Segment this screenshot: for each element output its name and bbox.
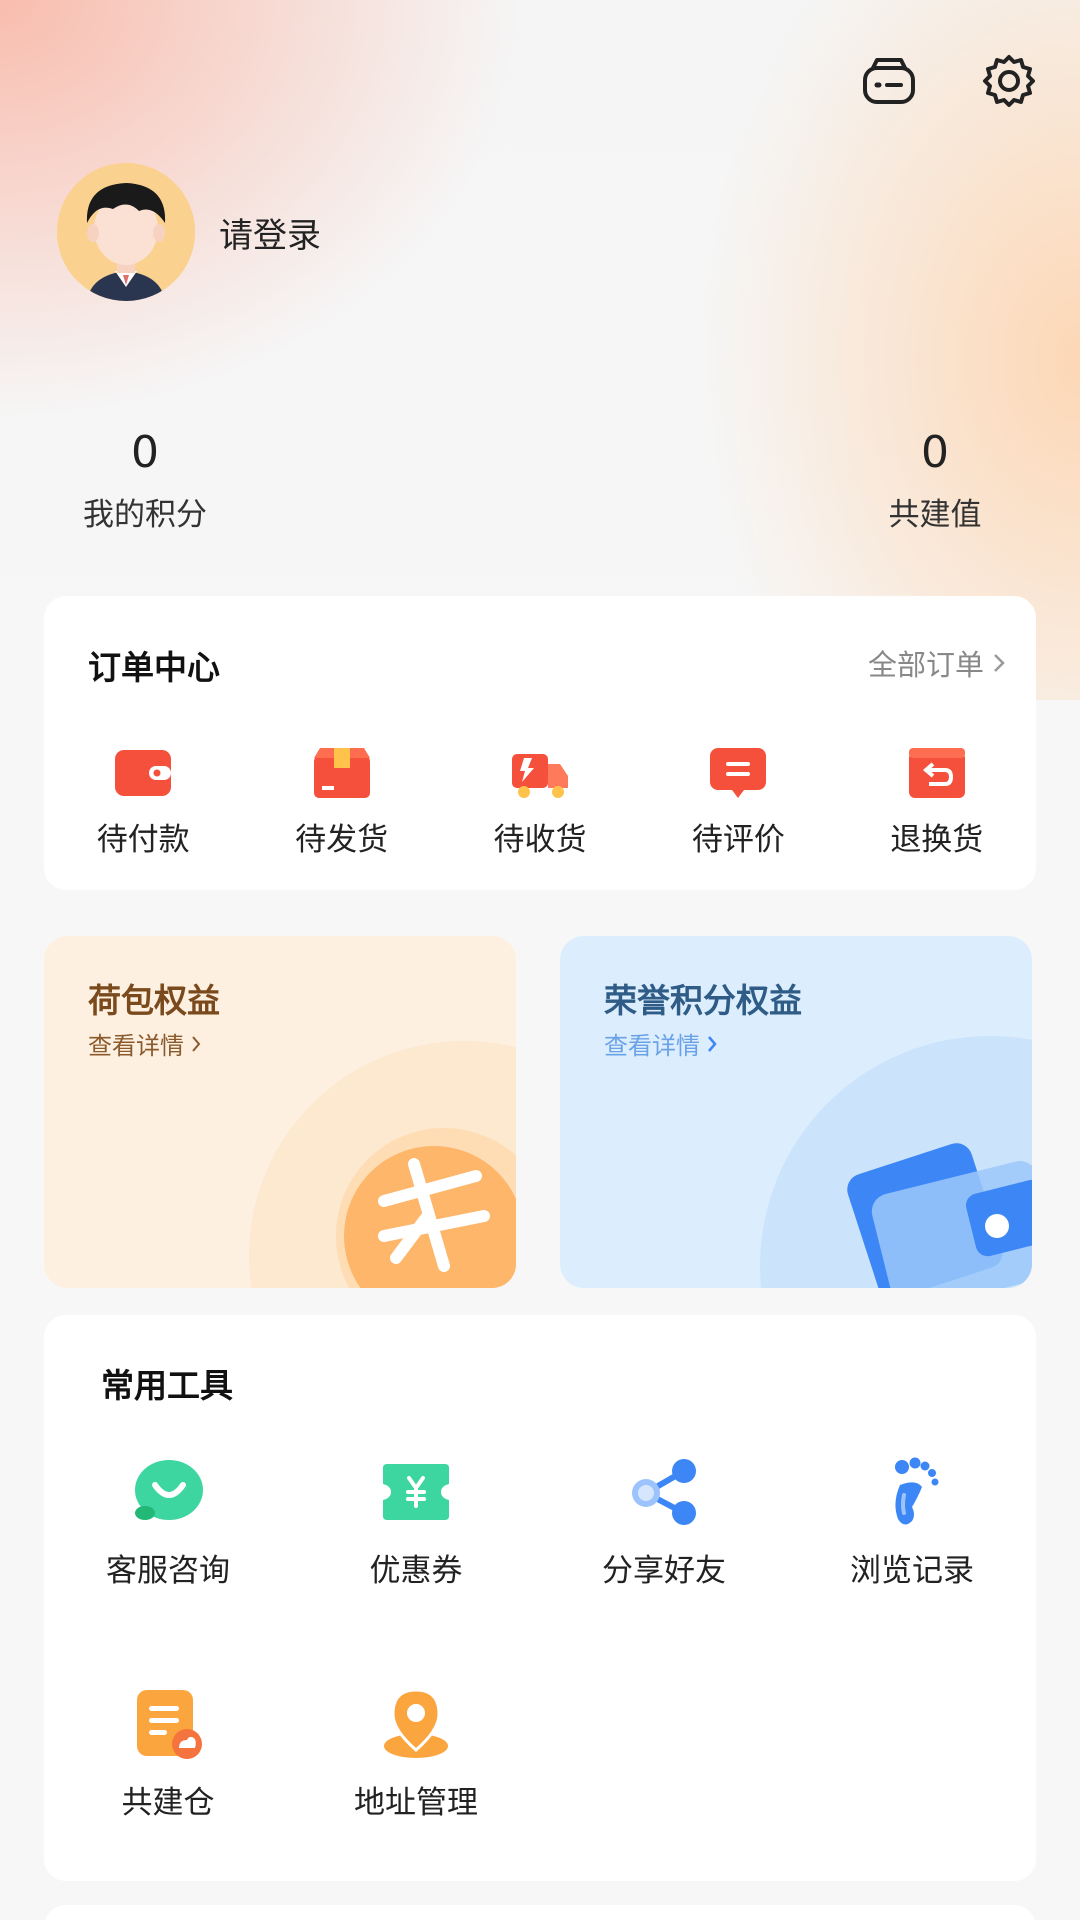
order-center-card: 订单中心 全部订单 待付款 待发货 待收货 待评价 退换货 <box>44 596 1036 890</box>
tool-address-management[interactable]: 地址管理 <box>292 1687 540 1919</box>
build-value-stat[interactable]: 0 共建值 <box>540 425 1080 534</box>
comment-icon <box>710 748 767 798</box>
build-value-number: 0 <box>921 427 949 478</box>
order-label: 待付款 <box>96 822 190 858</box>
location-pin-icon <box>379 1687 453 1761</box>
wallet-benefits-illustration <box>249 1041 516 1288</box>
order-label: 退换货 <box>890 822 984 858</box>
order-pending-shipment[interactable]: 待发货 <box>242 746 440 859</box>
tool-coupon[interactable]: 优惠券 <box>292 1455 540 1687</box>
order-label: 待发货 <box>295 822 389 858</box>
tool-label: 地址管理 <box>354 1785 478 1821</box>
order-status-list: 待付款 待发货 待收货 待评价 退换货 <box>44 746 1036 859</box>
tool-label: 分享好友 <box>602 1553 726 1589</box>
all-orders-label: 全部订单 <box>867 648 984 682</box>
robot-icon[interactable] <box>858 50 920 112</box>
stats-row: 0 我的积分 0 共建值 <box>0 425 1080 534</box>
honor-points-illustration <box>760 1036 1032 1288</box>
order-pending-review[interactable]: 待评价 <box>639 746 837 859</box>
order-center-title: 订单中心 <box>88 648 220 687</box>
tools-grid: 客服咨询 优惠券 分享好友 浏览记录 共建仓 地址管理 <box>44 1455 1036 1919</box>
footprint-icon <box>875 1455 949 1529</box>
order-label: 待评价 <box>691 822 785 858</box>
return-icon <box>908 748 965 798</box>
order-pending-receipt[interactable]: 待收货 <box>441 746 639 859</box>
tool-customer-service[interactable]: 客服咨询 <box>44 1455 292 1687</box>
tool-co-build-warehouse[interactable]: 共建仓 <box>44 1687 292 1919</box>
common-tools-title: 常用工具 <box>101 1366 233 1405</box>
share-icon <box>627 1455 701 1529</box>
points-stat[interactable]: 0 我的积分 <box>0 425 540 534</box>
tool-label: 优惠券 <box>369 1553 463 1589</box>
points-label: 我的积分 <box>83 497 207 533</box>
order-pending-payment[interactable]: 待付款 <box>44 746 242 859</box>
delivery-truck-icon <box>511 754 568 798</box>
settings-gear-icon[interactable] <box>978 50 1040 112</box>
build-value-label: 共建值 <box>888 497 982 533</box>
all-orders-link[interactable]: 全部订单 <box>868 642 1006 684</box>
wallet-benefits-card[interactable]: 荷包权益 查看详情 <box>44 936 516 1288</box>
order-return-exchange[interactable]: 退换货 <box>838 746 1036 859</box>
top-toolbar <box>858 50 1040 112</box>
tool-label: 浏览记录 <box>850 1553 974 1589</box>
tool-share-friends[interactable]: 分享好友 <box>540 1455 788 1687</box>
chevron-right-icon <box>994 654 1005 672</box>
wallet-icon <box>115 750 172 796</box>
order-label: 待收货 <box>493 822 587 858</box>
tool-label: 共建仓 <box>121 1785 215 1821</box>
tool-browse-history[interactable]: 浏览记录 <box>788 1455 1036 1687</box>
warehouse-icon <box>131 1687 205 1761</box>
tool-label: 客服咨询 <box>106 1553 230 1589</box>
login-prompt[interactable]: 请登录 <box>219 208 321 257</box>
next-section-card <box>44 1905 1036 1920</box>
package-icon <box>313 748 370 798</box>
common-tools-card: 常用工具 客服咨询 优惠券 分享好友 浏览记录 共建仓 地址管理 <box>44 1315 1036 1881</box>
coupon-icon <box>379 1455 453 1529</box>
honor-points-benefits-card[interactable]: 荣誉积分权益 查看详情 <box>560 936 1032 1288</box>
user-profile[interactable]: 请登录 <box>57 163 321 301</box>
points-value: 0 <box>131 427 159 478</box>
customer-service-icon <box>131 1455 205 1529</box>
avatar[interactable] <box>57 163 195 301</box>
